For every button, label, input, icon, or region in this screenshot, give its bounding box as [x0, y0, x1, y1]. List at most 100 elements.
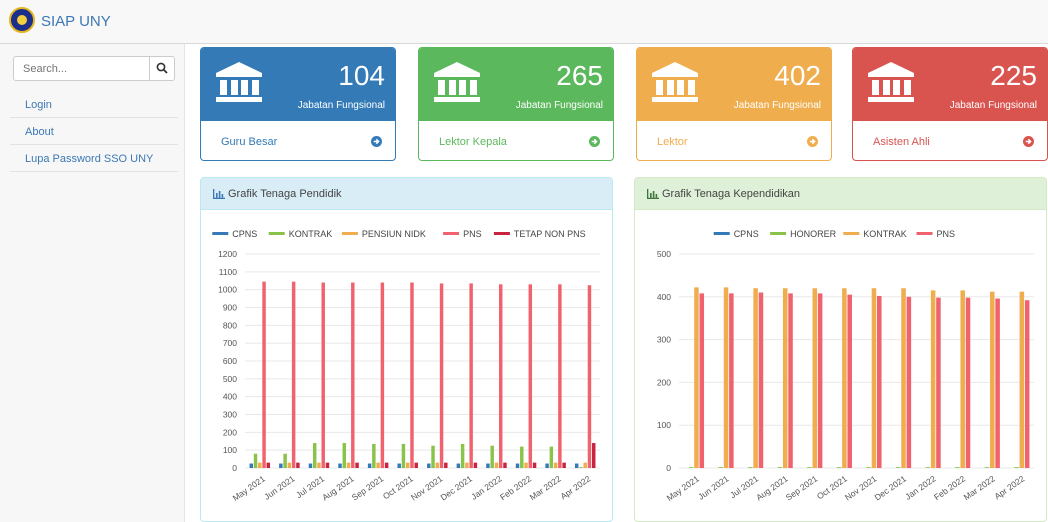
y-tick-label: 500: [657, 249, 671, 259]
y-tick-label: 0: [666, 463, 671, 473]
search-icon: [156, 62, 168, 74]
bar-tetap-non-pns: [562, 462, 566, 468]
panel-tenaga-kependidikan: Grafik Tenaga Kependidikan CPNS HONORER KO…: [634, 177, 1047, 522]
legend-label: PENSIUN NIDK: [362, 229, 426, 239]
legend-swatch: [212, 232, 229, 235]
bar-kontrak: [549, 446, 554, 468]
bar-honorer: [1014, 467, 1019, 468]
y-tick-label: 200: [657, 377, 671, 387]
stat-card-footer-link[interactable]: Guru Besar: [201, 121, 395, 160]
bar-tetap-non-pns: [414, 462, 418, 468]
stat-card-footer-link[interactable]: Lektor Kepala: [419, 121, 613, 160]
y-tick-label: 1100: [219, 267, 238, 277]
stat-card-header: 402 Jabatan Fungsional: [637, 48, 831, 121]
bar-cpns: [338, 463, 342, 468]
bar-pensiun-nidk: [346, 462, 351, 468]
sidebar: Login About Lupa Password SSO UNY: [0, 44, 185, 522]
stat-card-lektor-kepala: 265 Jabatan Fungsional Lektor Kepala: [418, 47, 614, 161]
brand-title[interactable]: SIAP UNY: [41, 13, 111, 30]
x-tick-label: Nov 2021: [843, 473, 879, 502]
stat-count: 225: [990, 60, 1037, 91]
y-tick-label: 400: [223, 392, 237, 402]
sidebar-item-about[interactable]: About: [10, 119, 178, 145]
x-tick-label: May 2021: [665, 473, 702, 503]
stat-count: 265: [556, 60, 603, 91]
bar-honorer: [748, 467, 753, 468]
legend-swatch: [770, 232, 787, 235]
bar-cpns: [279, 463, 283, 468]
x-tick-label: Sep 2021: [784, 473, 820, 502]
x-tick-label: Apr 2022: [558, 473, 592, 501]
sidebar-item-label: About: [25, 126, 54, 138]
bar-honorer: [688, 467, 694, 468]
stat-footer-label: Lektor: [657, 136, 688, 148]
stat-card-header: 265 Jabatan Fungsional: [419, 48, 613, 121]
panel-header: Grafik Tenaga Kependidikan: [635, 178, 1046, 210]
circle-arrow-right-icon: [807, 136, 818, 147]
bar-honorer: [984, 467, 990, 468]
bar-pensiun-nidk: [494, 462, 499, 468]
bar-pns: [965, 297, 971, 468]
bar-cpns: [515, 463, 520, 468]
bar-pns: [906, 296, 912, 468]
bar-kontrak: [812, 288, 818, 468]
y-tick-label: 700: [223, 338, 237, 348]
bar-tetap-non-pns: [503, 462, 507, 468]
bank-icon: [868, 62, 914, 102]
bar-pns: [498, 284, 503, 468]
y-tick-label: 1200: [218, 249, 237, 259]
bar-kontrak: [460, 443, 465, 468]
bar-cpns: [456, 463, 461, 468]
stat-card-lektor: 402 Jabatan Fungsional Lektor: [636, 47, 832, 161]
stat-footer-label: Asisten Ahli: [873, 136, 930, 148]
bar-honorer: [777, 467, 783, 468]
legend-swatch: [916, 232, 933, 235]
bar-pensiun-nidk: [553, 462, 558, 468]
bar-kontrak: [842, 288, 847, 468]
stat-card-footer-link[interactable]: Asisten Ahli: [853, 121, 1047, 160]
bar-tetap-non-pns: [444, 462, 448, 468]
sidebar-item-label: Lupa Password SSO UNY: [25, 153, 154, 165]
bar-pns: [410, 282, 414, 468]
y-tick-label: 300: [657, 335, 671, 345]
bar-pns: [847, 294, 852, 468]
y-tick-label: 100: [657, 420, 671, 430]
bar-honorer: [836, 467, 842, 468]
search-input[interactable]: [14, 57, 150, 80]
x-tick-label: Nov 2021: [409, 473, 445, 502]
search-button[interactable]: [149, 57, 174, 80]
stat-label: Jabatan Fungsional: [297, 100, 385, 111]
bar-tetap-non-pns: [384, 462, 389, 468]
x-tick-label: Jan 2022: [903, 473, 938, 501]
bar-pns: [587, 285, 592, 468]
x-tick-label: Dec 2021: [872, 473, 908, 502]
chart-tenaga-pendidik: CPNS KONTRAK PENSIUN NIDK PNS TETAP NON PNS 0…: [212, 229, 600, 503]
x-tick-label: Feb 2022: [932, 473, 967, 502]
sidebar-item-lupa-password[interactable]: Lupa Password SSO UNY: [10, 146, 178, 172]
bank-icon: [434, 62, 480, 102]
y-tick-label: 0: [232, 463, 237, 473]
x-tick-label: Sep 2021: [350, 473, 386, 502]
bar-tetap-non-pns: [591, 443, 596, 468]
stat-card-header: 104 Jabatan Fungsional: [201, 48, 395, 121]
stat-card-header: 225 Jabatan Fungsional: [853, 48, 1047, 121]
stat-label: Jabatan Fungsional: [733, 100, 821, 111]
legend-swatch: [843, 232, 860, 235]
x-tick-label: Jun 2021: [696, 473, 731, 501]
legend-label: HONORER: [790, 229, 837, 239]
y-tick-label: 300: [223, 410, 237, 420]
bar-kontrak: [342, 443, 347, 468]
legend-swatch: [268, 232, 285, 235]
bar-pns: [817, 293, 823, 468]
x-tick-label: Dec 2021: [438, 473, 474, 502]
x-tick-label: Feb 2022: [498, 473, 533, 502]
bar-cpns: [427, 463, 431, 468]
bar-pensiun-nidk: [583, 462, 587, 468]
bar-pensiun-nidk: [287, 462, 292, 468]
bar-honorer: [718, 467, 723, 468]
stat-card-footer-link[interactable]: Lektor: [637, 121, 831, 160]
uny-logo-icon[interactable]: [9, 7, 35, 33]
sidebar-item-login[interactable]: Login: [10, 92, 178, 118]
bar-honorer: [866, 467, 871, 468]
bar-pns: [936, 297, 941, 468]
